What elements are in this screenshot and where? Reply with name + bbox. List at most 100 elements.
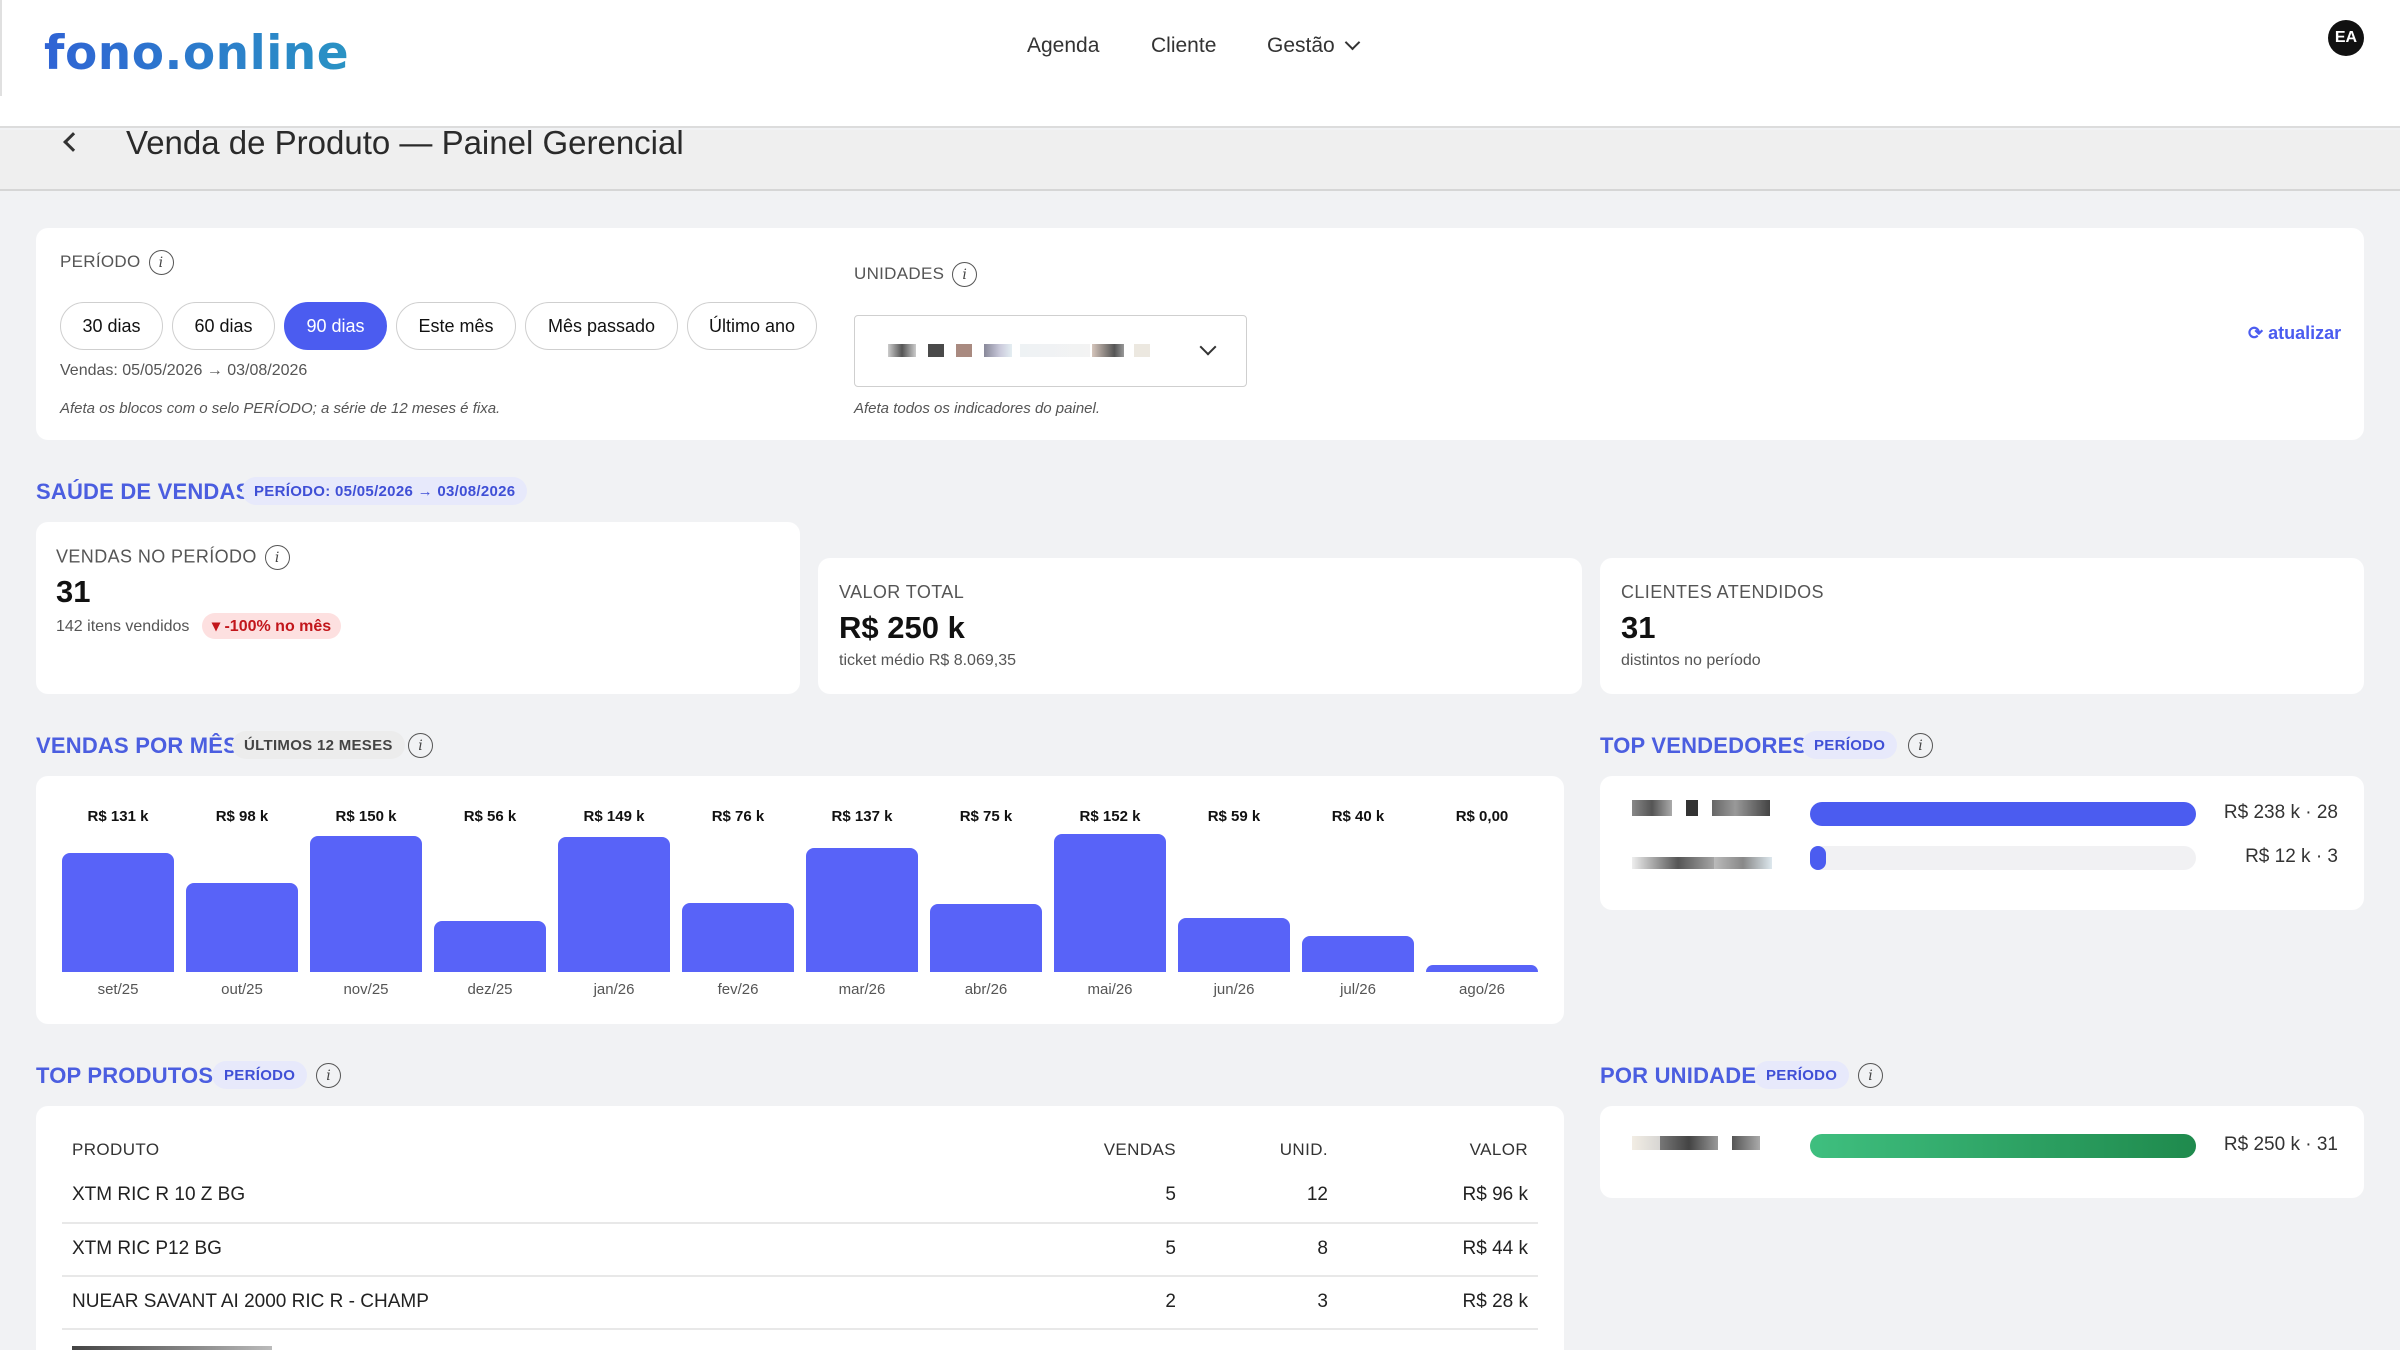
info-icon[interactable]: i [408,733,433,758]
chart-bar[interactable] [1178,918,1290,972]
product-value: R$ 28 k [1462,1291,1528,1312]
chart-x-label: fev/26 [717,981,759,998]
chart-bar[interactable] [558,837,670,972]
info-icon[interactable]: i [148,250,174,275]
info-icon[interactable]: i [1858,1063,1883,1088]
period-tag: PERÍODO [1754,1061,1850,1089]
chart-data-label: R$ 59 k [1207,808,1261,825]
product-sales: 5 [1165,1238,1176,1259]
column-header-produto[interactable]: PRODUTO [72,1140,160,1160]
seller-value: R$ 12 k · 3 [2245,846,2338,867]
redacted-text [1092,344,1124,357]
kpi-value: 31 [56,574,91,609]
chart-bar[interactable] [310,836,422,972]
period-option-ultimo-ano[interactable]: Último ano [687,302,817,350]
row-divider [62,1328,1538,1330]
sales-range: Vendas: 05/05/2026 → 03/08/2026 [60,362,308,379]
redacted-seller-name [1714,857,1772,869]
chart-x-label: out/25 [221,981,263,998]
product-units: 8 [1317,1238,1328,1259]
chart-data-label: R$ 137 k [831,808,893,825]
chart-data-label: R$ 152 k [1079,808,1141,825]
redacted-text [888,344,916,357]
section-title-monthly: VENDAS POR MÊS [36,733,239,758]
unit-bar-fill [1810,1134,2196,1158]
redacted-seller-name [1686,800,1698,816]
chart-data-label: R$ 0,00 [1455,808,1509,825]
period-option-este-mes[interactable]: Este mês [396,302,516,350]
product-name: NUEAR SAVANT AI 2000 RIC R - CHAMP [72,1291,429,1312]
redacted-unit-name [1660,1136,1718,1150]
avatar[interactable]: EA [2328,20,2364,56]
product-name: XTM RIC R 10 Z BG [72,1184,246,1205]
row-divider [62,1275,1538,1277]
nav-item-gestao-label: Gestão [1267,34,1335,57]
product-value: R$ 44 k [1462,1238,1528,1259]
product-value: R$ 96 k [1462,1184,1528,1205]
period-option-mes-passado[interactable]: Mês passado [525,302,678,350]
chart-bar[interactable] [930,904,1042,972]
products-table-card [36,1106,1564,1350]
period-option-90-dias[interactable]: 90 dias [284,302,387,350]
column-header-valor[interactable]: VALOR [1400,1140,1528,1160]
top-navbar: fono.online [0,0,2400,128]
column-header-unid[interactable]: UNID. [1230,1140,1328,1160]
period-option-30-dias[interactable]: 30 dias [60,302,163,350]
refresh-button[interactable]: ⟳ atualizar [2248,323,2341,344]
divider [0,0,2,96]
nav-item-agenda[interactable]: Agenda [1027,34,1099,58]
section-title-sellers: TOP VENDEDORES [1600,733,1808,758]
info-icon[interactable]: i [316,1063,341,1088]
logo[interactable]: fono.online [44,26,349,81]
product-units: 3 [1317,1291,1328,1312]
nav-item-gestao[interactable]: Gestão [1267,34,1360,58]
chart-bar[interactable] [806,848,918,972]
units-label: UNIDADES i [854,262,978,287]
chart-data-label: R$ 149 k [583,808,645,825]
period-label-text: PERÍODO [60,251,141,271]
product-name: XTM RIC P12 BG [72,1238,222,1259]
info-icon[interactable]: i [264,545,290,570]
kpi-card-clients [1600,558,2364,694]
product-sales: 2 [1165,1291,1176,1312]
chart-x-label: jan/26 [593,981,635,998]
kpi-sub: 142 itens vendidos [56,618,190,635]
seller-bar-track [1810,846,2196,870]
info-icon[interactable]: i [1908,733,1933,758]
period-note: Afeta os blocos com o selo PERÍODO; a sé… [60,400,501,417]
chart-bar[interactable] [1054,834,1166,972]
redacted-text [1134,344,1150,357]
period-tag: PERÍODO [1802,731,1898,759]
chart-bar[interactable] [1302,936,1414,972]
chart-x-label: dez/25 [467,981,513,998]
section-title-units: POR UNIDADE [1600,1063,1757,1088]
kpi-label-text: VENDAS NO PERÍODO [56,546,257,567]
chart-x-label: jul/26 [1340,981,1376,998]
sellers-card [1600,776,2364,910]
period-option-60-dias[interactable]: 60 dias [172,302,275,350]
chart-data-label: R$ 131 k [87,808,149,825]
seller-value: R$ 238 k · 28 [2223,802,2338,823]
kpi-value: R$ 250 k [839,610,965,645]
chart-x-label: mai/26 [1087,981,1133,998]
info-icon[interactable]: i [952,262,978,287]
chart-x-label: ago/26 [1459,981,1505,998]
redacted-text [1020,344,1090,357]
chart-bar[interactable] [434,921,546,972]
redacted-text [984,344,1012,357]
nav-item-cliente[interactable]: Cliente [1151,34,1216,58]
chart-bar[interactable] [186,883,298,972]
trend-badge: ▾ -100% no mês [202,613,342,639]
chart-bar[interactable] [1426,965,1538,972]
product-units: 12 [1306,1184,1328,1205]
chart-bar[interactable] [682,903,794,972]
column-header-vendas[interactable]: VENDAS [1100,1140,1176,1160]
kpi-value: 31 [1621,610,1656,645]
seller-bar-fill [1810,802,2196,826]
row-divider [62,1222,1538,1224]
chart-bar[interactable] [62,853,174,972]
kpi-label: CLIENTES ATENDIDOS [1621,582,1824,602]
period-tag: PERÍODO: 05/05/2026 → 03/08/2026 [242,477,528,505]
kpi-label: VALOR TOTAL [839,582,965,602]
section-title-health: SAÚDE DE VENDAS [36,479,251,504]
